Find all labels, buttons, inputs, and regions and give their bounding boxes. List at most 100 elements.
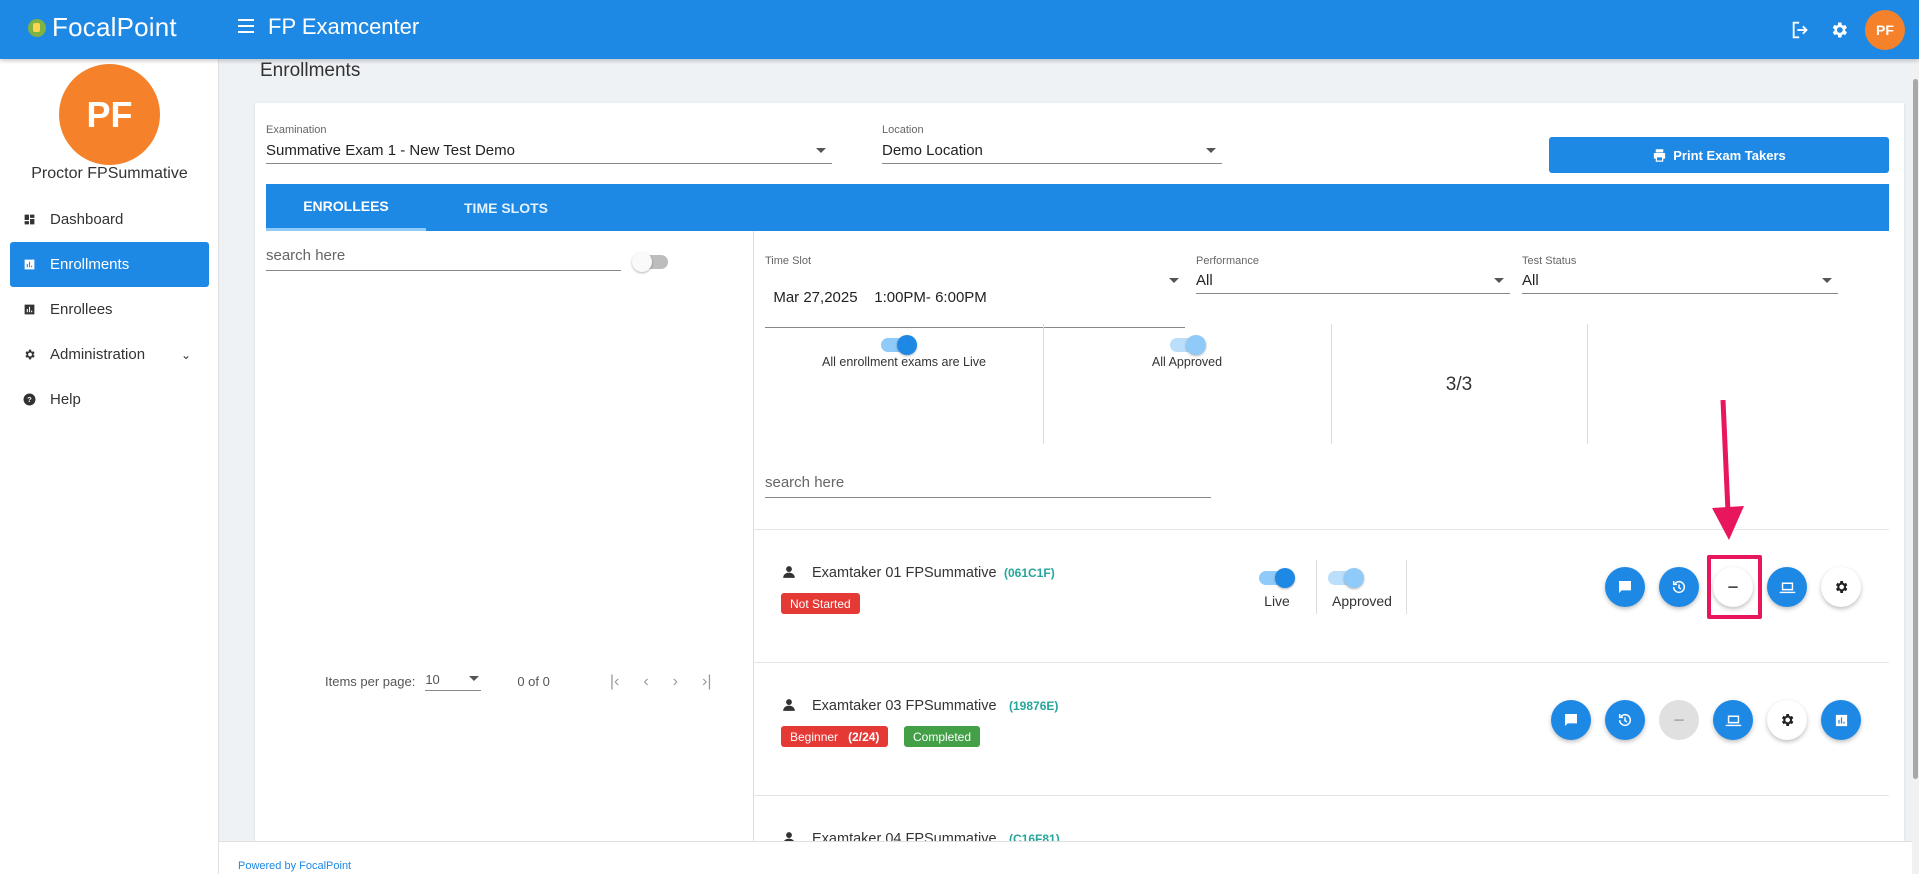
svg-text:?: ? xyxy=(27,395,32,404)
performance-badge: Beginner (2/24) xyxy=(781,726,889,747)
tab-time-slots[interactable]: TIME SLOTS xyxy=(426,184,586,231)
examination-select[interactable]: Summative Exam 1 - New Test Demo xyxy=(266,142,832,164)
footer: Powered by FocalPoint xyxy=(219,841,1919,874)
all-approved-label: All Approved xyxy=(1151,355,1223,369)
gear-icon xyxy=(22,348,36,362)
dropdown-caret-icon xyxy=(1822,278,1832,283)
user-avatar[interactable]: PF xyxy=(1865,10,1905,50)
all-approved-stat: All Approved xyxy=(1043,324,1331,444)
all-approved-toggle[interactable] xyxy=(1170,335,1206,355)
bar-chart-icon xyxy=(22,258,36,272)
laptop-icon xyxy=(1725,715,1741,726)
items-per-page-select[interactable]: 10 xyxy=(425,672,482,691)
status-badge: Completed xyxy=(904,726,981,747)
first-page-icon[interactable]: |‹ xyxy=(610,673,619,691)
approved-toggle[interactable] xyxy=(1328,568,1364,588)
page-title: Enrollments xyxy=(260,60,361,81)
all-live-toggle[interactable] xyxy=(881,335,917,355)
reset-button[interactable] xyxy=(1605,700,1645,740)
left-pane xyxy=(266,231,754,874)
dropdown-caret-icon xyxy=(1494,278,1504,283)
history-icon xyxy=(1618,713,1632,727)
taker-code: (19876E) xyxy=(1009,699,1059,713)
dropdown-caret-icon xyxy=(1206,148,1216,153)
sidebar-item-enrollments[interactable]: Enrollments xyxy=(10,242,209,287)
settings-gear-icon[interactable] xyxy=(1827,18,1851,42)
status-badge: Not Started xyxy=(781,593,860,614)
highlight-box xyxy=(1707,555,1762,619)
sidebar-item-help[interactable]: ? Help xyxy=(10,377,209,422)
items-per-page-label: Items per page: xyxy=(325,674,416,689)
history-icon xyxy=(1672,580,1686,594)
monitor-button[interactable] xyxy=(1767,567,1807,607)
scrollbar-thumb[interactable] xyxy=(1913,79,1918,779)
person-icon xyxy=(783,566,795,578)
paginator: Items per page: 10 0 of 0 |‹ ‹ › ›| xyxy=(325,672,711,691)
sidebar-item-label: Enrollees xyxy=(50,301,113,318)
location-label: Location xyxy=(882,124,924,136)
test-status-value: All xyxy=(1522,272,1539,289)
live-toggle[interactable] xyxy=(1259,568,1295,588)
logo-text: FocalPoint xyxy=(52,12,177,42)
performance-label: Performance xyxy=(1196,255,1259,267)
location-select[interactable]: Demo Location xyxy=(882,142,1222,164)
dropdown-caret-icon xyxy=(816,148,826,153)
top-app-bar: FocalPoint FP Examcenter PF xyxy=(0,0,1919,59)
print-exam-takers-button[interactable]: Print Exam Takers xyxy=(1549,137,1889,173)
left-search-input[interactable]: search here xyxy=(266,247,621,271)
hamburger-menu-icon[interactable] xyxy=(238,19,254,33)
settings-button[interactable] xyxy=(1767,700,1807,740)
tab-bar: ENROLLEES TIME SLOTS xyxy=(266,184,1889,231)
test-status-label: Test Status xyxy=(1522,255,1577,267)
sidebar-item-enrollees[interactable]: Enrollees xyxy=(10,287,209,332)
time-slot-select[interactable]: Mar 27,2025 1:00PM- 6:00PM xyxy=(765,272,1185,328)
taker-count: 3/3 xyxy=(1445,374,1473,395)
sidebar-item-administration[interactable]: Administration ⌄ xyxy=(10,332,209,377)
message-button[interactable] xyxy=(1551,700,1591,740)
settings-button[interactable] xyxy=(1821,567,1861,607)
location-value: Demo Location xyxy=(882,142,983,159)
dropdown-caret-icon xyxy=(469,676,480,681)
examination-value: Summative Exam 1 - New Test Demo xyxy=(266,142,515,159)
annotation-arrow-icon xyxy=(1712,400,1744,540)
time-slot-label: Time Slot xyxy=(765,255,812,267)
reset-button[interactable] xyxy=(1659,567,1699,607)
tab-enrollees[interactable]: ENROLLEES xyxy=(266,184,426,231)
left-filter-toggle[interactable] xyxy=(632,252,668,272)
next-page-icon[interactable]: › xyxy=(673,673,678,691)
items-per-page-value: 10 xyxy=(425,672,440,687)
person-icon xyxy=(783,699,795,711)
taker-name: Examtaker 03 FPSummative xyxy=(812,698,997,714)
chat-icon xyxy=(1619,581,1631,593)
right-search-input[interactable]: search here xyxy=(765,474,1211,498)
profile-name: Proctor FPSummative xyxy=(31,165,188,182)
sidebar-item-label: Enrollments xyxy=(50,256,130,273)
report-button[interactable] xyxy=(1821,700,1861,740)
divider xyxy=(1406,560,1407,614)
last-page-icon[interactable]: ›| xyxy=(702,673,711,691)
footer-text[interactable]: Powered by FocalPoint xyxy=(238,860,351,872)
message-button[interactable] xyxy=(1605,567,1645,607)
sidebar-item-dashboard[interactable]: Dashboard xyxy=(10,197,209,242)
performance-select[interactable]: All xyxy=(1196,272,1510,294)
count-stat: 3/3 xyxy=(1331,324,1587,444)
all-live-label: All enrollment exams are Live xyxy=(822,355,986,369)
pager-range: 0 of 0 xyxy=(517,674,550,689)
gear-icon xyxy=(1836,581,1848,593)
previous-page-icon[interactable]: ‹ xyxy=(643,673,648,691)
logo-icon xyxy=(28,18,46,37)
monitor-button[interactable] xyxy=(1713,700,1753,740)
sidebar: PF Proctor FPSummative Dashboard Enrollm… xyxy=(0,59,219,874)
logout-icon[interactable] xyxy=(1789,18,1813,42)
taker-code: (061C1F) xyxy=(1004,566,1055,580)
chat-icon xyxy=(1565,714,1577,726)
page-scrollbar[interactable] xyxy=(1912,59,1919,874)
focalpoint-logo[interactable]: FocalPoint xyxy=(28,12,177,43)
dashboard-icon xyxy=(22,213,36,227)
test-status-select[interactable]: All xyxy=(1522,272,1838,294)
bar-chart-icon xyxy=(22,303,36,317)
sidebar-nav: Dashboard Enrollments Enrollees Administ… xyxy=(10,197,209,422)
sidebar-item-label: Administration xyxy=(50,346,146,363)
examination-label: Examination xyxy=(266,124,327,136)
time-slot-value: Mar 27,2025 1:00PM- 6:00PM xyxy=(773,289,987,306)
